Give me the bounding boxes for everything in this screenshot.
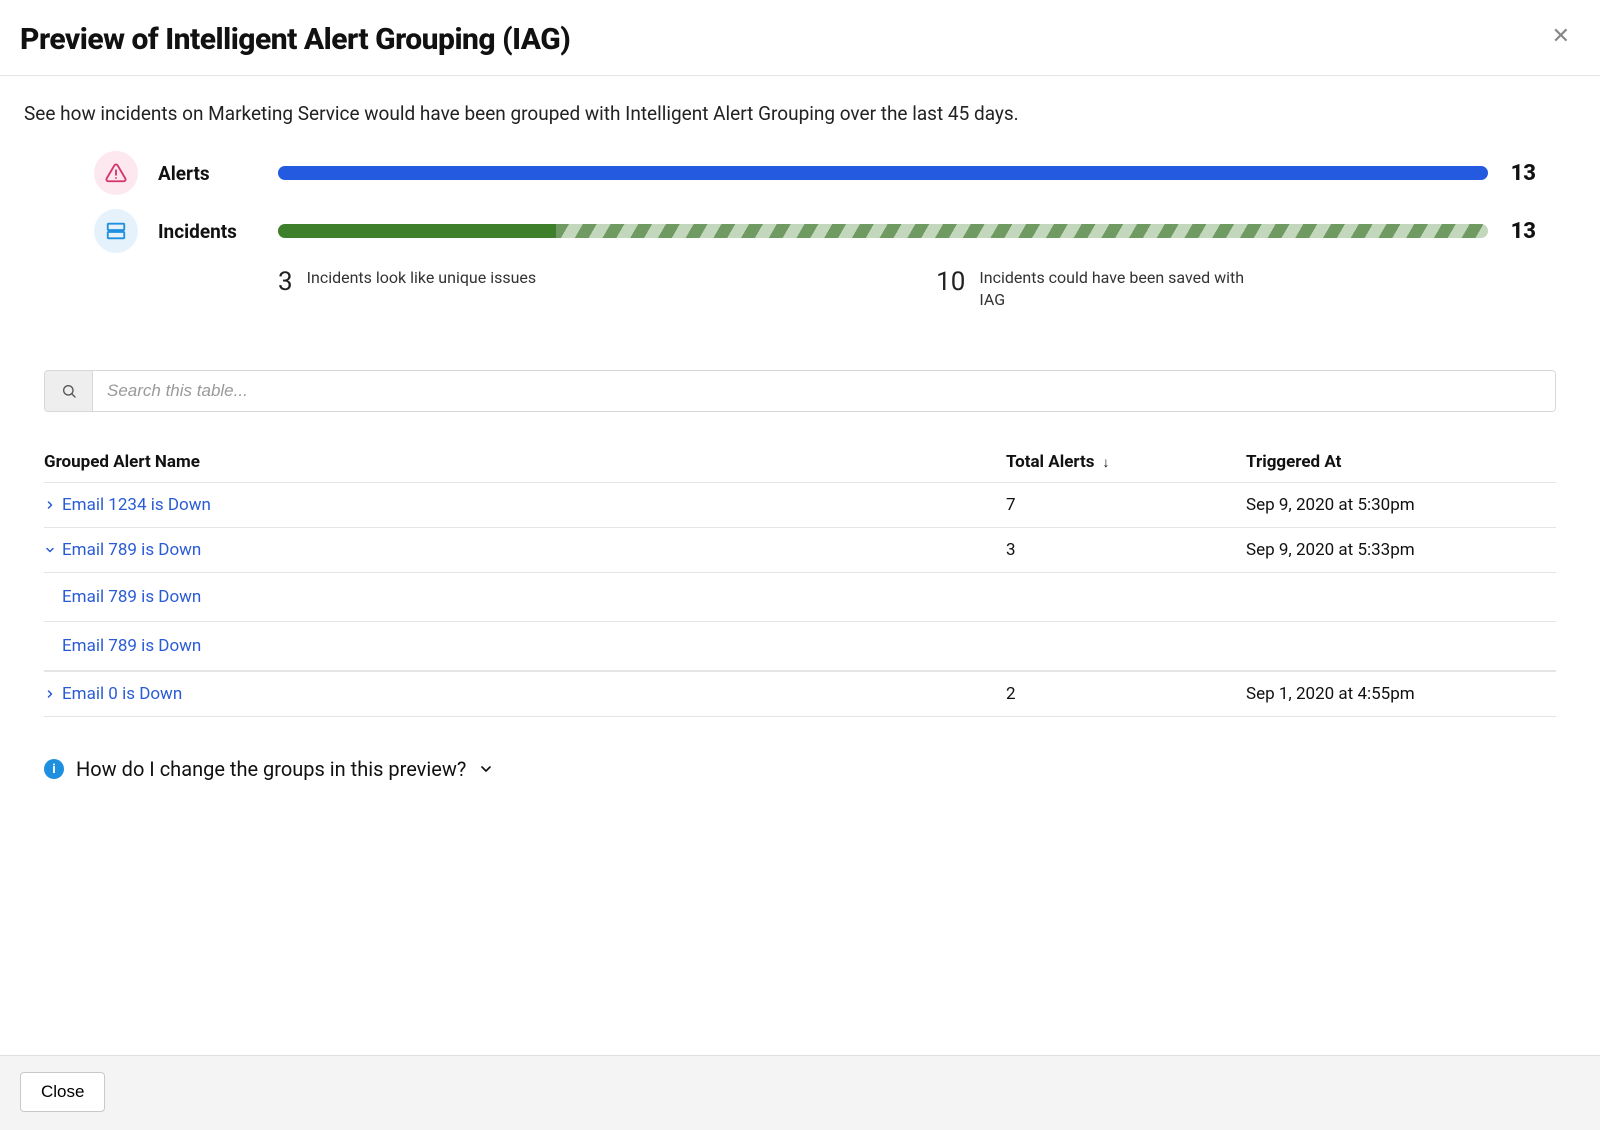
incidents-label: Incidents (158, 220, 258, 243)
alerts-label: Alerts (158, 162, 258, 185)
saved-incidents-block: 10 Incidents could have been saved with … (936, 267, 1256, 310)
col-header-triggered-label: Triggered At (1246, 452, 1341, 472)
search-input[interactable] (93, 371, 1555, 411)
intro-text: See how incidents on Marketing Service w… (24, 102, 1576, 125)
iag-preview-modal: Preview of Intelligent Alert Grouping (I… (0, 0, 1600, 1130)
sort-descending-icon: ↓ (1103, 454, 1110, 471)
incidents-value: 13 (1508, 219, 1536, 244)
alert-group-link[interactable]: Email 1234 is Down (62, 495, 211, 515)
alerts-metric-row: Alerts 13 (94, 151, 1536, 195)
alerts-value: 13 (1508, 161, 1536, 186)
unique-incidents-count: 3 (278, 267, 293, 295)
table-sub-row: Email 789 is Down (44, 572, 1556, 621)
chevron-down-icon[interactable] (44, 544, 60, 556)
alert-link[interactable]: Email 789 is Down (62, 587, 201, 607)
info-icon: i (44, 759, 64, 779)
help-text: How do I change the groups in this previ… (76, 757, 466, 781)
col-header-total-label: Total Alerts (1006, 452, 1095, 472)
row-triggered-cell: Sep 1, 2020 at 4:55pm (1246, 684, 1556, 704)
alert-triangle-icon (94, 151, 138, 195)
table-body: Email 1234 is Down 7Sep 9, 2020 at 5:30pm… (44, 482, 1556, 717)
alert-group-link[interactable]: Email 789 is Down (62, 540, 201, 560)
close-button[interactable]: Close (20, 1072, 105, 1112)
row-name-cell: Email 1234 is Down (44, 495, 1006, 515)
alerts-bar (278, 166, 1488, 180)
incidents-bar-area: 13 (278, 219, 1536, 244)
saved-incidents-count: 10 (936, 267, 965, 295)
chevron-right-icon[interactable] (44, 499, 60, 511)
row-name-cell: Email 789 is Down (44, 540, 1006, 560)
incidents-breakdown: 3 Incidents look like unique issues 10 I… (258, 267, 1536, 310)
row-triggered-cell: Sep 9, 2020 at 5:33pm (1246, 540, 1556, 560)
modal-header: Preview of Intelligent Alert Grouping (I… (0, 0, 1600, 76)
alerts-bar-area: 13 (278, 161, 1536, 186)
chevron-down-icon (478, 761, 494, 777)
alert-link[interactable]: Email 789 is Down (62, 636, 201, 656)
row-total-cell: 2 (1006, 684, 1246, 704)
row-name-cell: Email 0 is Down (44, 684, 1006, 704)
row-total-cell: 3 (1006, 540, 1246, 560)
modal-title: Preview of Intelligent Alert Grouping (I… (20, 22, 570, 57)
close-icon[interactable]: ✕ (1546, 22, 1576, 52)
row-triggered-cell: Sep 9, 2020 at 5:30pm (1246, 495, 1556, 515)
incidents-stack-icon (94, 209, 138, 253)
col-header-total[interactable]: Total Alerts ↓ (1006, 452, 1246, 472)
row-total-cell: 7 (1006, 495, 1246, 515)
table-section: Grouped Alert Name Total Alerts ↓ Trigge… (44, 370, 1556, 717)
incidents-metric-row: Incidents 13 (94, 209, 1536, 253)
table-row: Email 1234 is Down 7Sep 9, 2020 at 5:30pm (44, 482, 1556, 527)
modal-footer: Close (0, 1055, 1600, 1130)
table-row: Email 789 is Down 3Sep 9, 2020 at 5:33pm (44, 527, 1556, 572)
grouped-alerts-table: Grouped Alert Name Total Alerts ↓ Trigge… (44, 442, 1556, 717)
col-header-name[interactable]: Grouped Alert Name (44, 452, 1006, 472)
search-field-wrap (44, 370, 1556, 412)
table-header-row: Grouped Alert Name Total Alerts ↓ Trigge… (44, 442, 1556, 482)
chevron-right-icon[interactable] (44, 688, 60, 700)
table-row: Email 0 is Down 2Sep 1, 2020 at 4:55pm (44, 671, 1556, 717)
col-header-triggered[interactable]: Triggered At (1246, 452, 1556, 472)
table-sub-row: Email 789 is Down (44, 621, 1556, 671)
metrics-section: Alerts 13 Incidents 13 (24, 151, 1576, 310)
help-accordion[interactable]: i How do I change the groups in this pre… (44, 757, 1556, 781)
alert-group-link[interactable]: Email 0 is Down (62, 684, 182, 704)
unique-incidents-block: 3 Incidents look like unique issues (278, 267, 536, 310)
incidents-bar-unique-fill (278, 224, 556, 238)
col-header-name-label: Grouped Alert Name (44, 452, 200, 472)
modal-body: See how incidents on Marketing Service w… (0, 76, 1600, 1055)
saved-incidents-text: Incidents could have been saved with IAG (979, 267, 1256, 310)
search-icon (45, 371, 93, 411)
incidents-bar (278, 224, 1488, 238)
unique-incidents-text: Incidents look like unique issues (307, 267, 537, 289)
